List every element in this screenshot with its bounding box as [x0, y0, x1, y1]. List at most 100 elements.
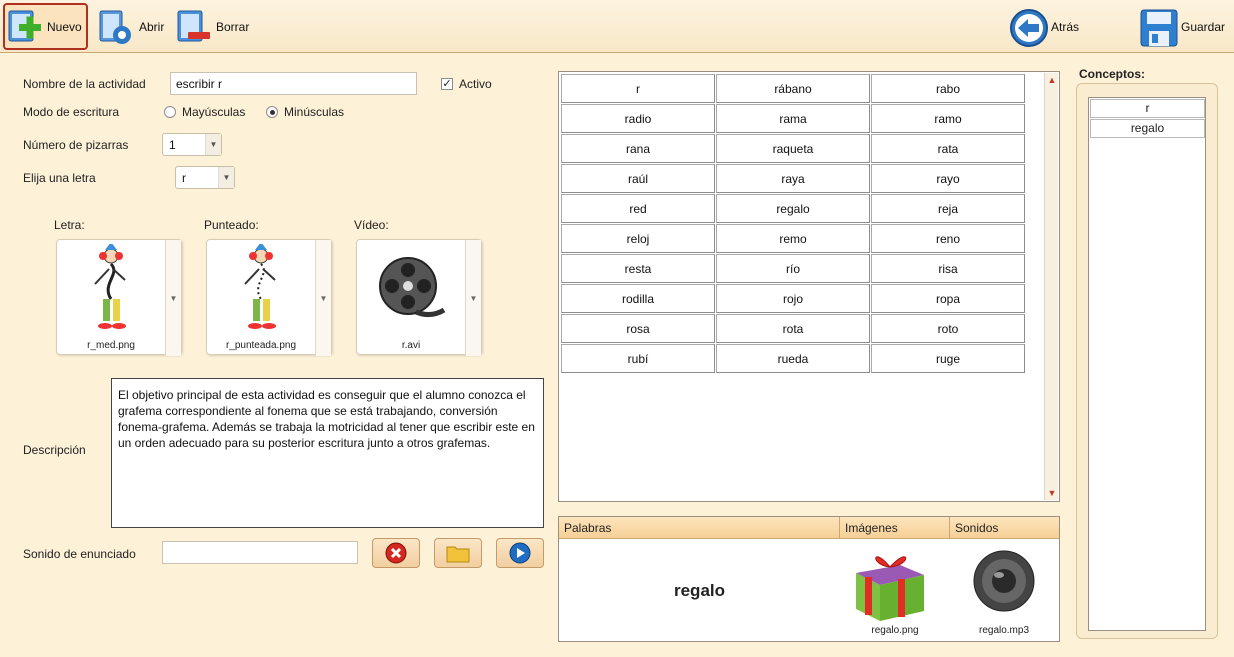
clown-figure-image: [57, 240, 165, 338]
new-button[interactable]: Nuevo: [3, 3, 88, 50]
chevron-down-icon[interactable]: ▼: [165, 240, 181, 356]
word-cell[interactable]: río: [716, 254, 870, 283]
floppy-disk-icon: [1139, 8, 1178, 46]
word-cell[interactable]: radio: [561, 104, 715, 133]
chevron-down-icon: ▼: [218, 167, 234, 188]
dotted-image-filename: r_punteada.png: [225, 340, 297, 351]
word-cell[interactable]: raúl: [561, 164, 715, 193]
word-cell[interactable]: rosa: [561, 314, 715, 343]
play-sound-button[interactable]: [496, 538, 544, 568]
word-cell[interactable]: rubí: [561, 344, 715, 373]
words-column-header: Palabras: [559, 517, 840, 539]
activity-name-label: Nombre de la actividad: [23, 77, 146, 91]
words-grid-panel: r rábano rabo radio rama ramo rana raqueta rata r…: [558, 71, 1060, 502]
radio-icon: [164, 106, 176, 118]
video-title: Vídeo:: [354, 218, 389, 232]
word-cell[interactable]: rábano: [716, 74, 870, 103]
boards-select[interactable]: 1 ▼: [162, 133, 222, 156]
word-cell[interactable]: rana: [561, 134, 715, 163]
word-cell[interactable]: rama: [716, 104, 870, 133]
sound-label: Sonido de enunciado: [23, 547, 136, 561]
association-image-filename: regalo.png: [871, 625, 919, 636]
word-cell[interactable]: rayo: [871, 164, 1025, 193]
folder-icon: [446, 546, 470, 563]
delete-document-icon: [174, 8, 212, 46]
word-cell[interactable]: risa: [871, 254, 1025, 283]
close-icon: [385, 542, 407, 564]
images-column-header: Imágenes: [840, 517, 950, 539]
word-cell[interactable]: reno: [871, 224, 1025, 253]
word-cell[interactable]: resta: [561, 254, 715, 283]
speaker-icon[interactable]: [969, 549, 1039, 618]
writing-mode-label: Modo de escritura: [23, 105, 120, 119]
vertical-scrollbar[interactable]: ▲ ▼: [1044, 73, 1058, 500]
delete-label: Borrar: [216, 19, 250, 34]
concept-item[interactable]: regalo: [1090, 119, 1205, 138]
dotted-image-picker[interactable]: ▼ r_punteada.png: [206, 239, 332, 356]
scroll-up-icon[interactable]: ▲: [1045, 73, 1059, 87]
back-arrow-icon: [1009, 8, 1048, 47]
sound-input[interactable]: [162, 541, 358, 564]
word-cell[interactable]: ruge: [871, 344, 1025, 373]
concepts-title: Conceptos:: [1079, 67, 1145, 81]
clown-figure-dotted-image: [207, 240, 315, 338]
association-table: Palabras Imágenes Sonidos regalo regalo.…: [558, 516, 1060, 642]
association-word[interactable]: regalo: [559, 539, 840, 642]
boards-value: 1: [169, 137, 176, 152]
word-cell[interactable]: rata: [871, 134, 1025, 163]
word-cell[interactable]: reloj: [561, 224, 715, 253]
radio-selected-icon: [266, 106, 278, 118]
video-picker[interactable]: ▼ r.avi: [356, 239, 482, 356]
letter-label: Elija una letra: [23, 171, 96, 185]
back-button[interactable]: Atrás: [1009, 3, 1079, 50]
chevron-down-icon[interactable]: ▼: [315, 240, 331, 356]
concepts-list: r regalo: [1088, 97, 1206, 631]
word-cell[interactable]: rodilla: [561, 284, 715, 313]
delete-button[interactable]: Borrar: [174, 3, 249, 50]
word-cell[interactable]: raqueta: [716, 134, 870, 163]
open-button[interactable]: Abrir: [97, 3, 164, 50]
word-cell[interactable]: rueda: [716, 344, 870, 373]
description-textarea[interactable]: El objetivo principal de esta actividad …: [111, 378, 544, 528]
word-cell[interactable]: rojo: [716, 284, 870, 313]
word-cell[interactable]: rabo: [871, 74, 1025, 103]
association-sound-filename: regalo.mp3: [978, 625, 1030, 636]
chevron-down-icon: ▼: [205, 134, 221, 155]
letter-select[interactable]: r ▼: [175, 166, 235, 189]
concept-item[interactable]: r: [1090, 99, 1205, 118]
lowercase-label: Minúsculas: [284, 105, 345, 119]
clear-sound-button[interactable]: [372, 538, 420, 568]
browse-sound-button[interactable]: [434, 538, 482, 568]
lowercase-radio[interactable]: Minúsculas: [266, 105, 344, 119]
word-cell[interactable]: rota: [716, 314, 870, 343]
letter-value: r: [182, 170, 186, 185]
save-label: Guardar: [1181, 19, 1226, 34]
back-label: Atrás: [1051, 19, 1080, 34]
word-cell[interactable]: raya: [716, 164, 870, 193]
word-cell[interactable]: ropa: [871, 284, 1025, 313]
description-label: Descripción: [23, 443, 86, 457]
video-filename: r.avi: [401, 340, 421, 351]
word-cell[interactable]: regalo: [716, 194, 870, 223]
gift-box-icon[interactable]: [852, 543, 928, 626]
uppercase-radio[interactable]: Mayúsculas: [164, 105, 245, 119]
toolbar: Nuevo Abrir Borrar Atrás Guardar: [0, 0, 1234, 53]
scroll-down-icon[interactable]: ▼: [1045, 486, 1059, 500]
word-cell[interactable]: ramo: [871, 104, 1025, 133]
letter-image-picker[interactable]: ▼ r_med.png: [56, 239, 182, 356]
active-checkbox[interactable]: ✓ Activo: [441, 77, 492, 91]
activity-name-input[interactable]: escribir r: [170, 72, 417, 95]
letter-image-title: Letra:: [54, 218, 85, 232]
word-cell[interactable]: reja: [871, 194, 1025, 223]
new-label: Nuevo: [47, 19, 82, 34]
boards-label: Número de pizarras: [23, 138, 129, 152]
sounds-column-header: Sonidos: [955, 521, 999, 535]
film-reel-icon: [357, 240, 465, 338]
word-cell[interactable]: remo: [716, 224, 870, 253]
word-cell[interactable]: roto: [871, 314, 1025, 343]
word-cell[interactable]: r: [561, 74, 715, 103]
save-button[interactable]: Guardar: [1139, 3, 1225, 50]
word-cell[interactable]: red: [561, 194, 715, 223]
new-document-icon: [5, 8, 43, 46]
chevron-down-icon[interactable]: ▼: [465, 240, 481, 356]
